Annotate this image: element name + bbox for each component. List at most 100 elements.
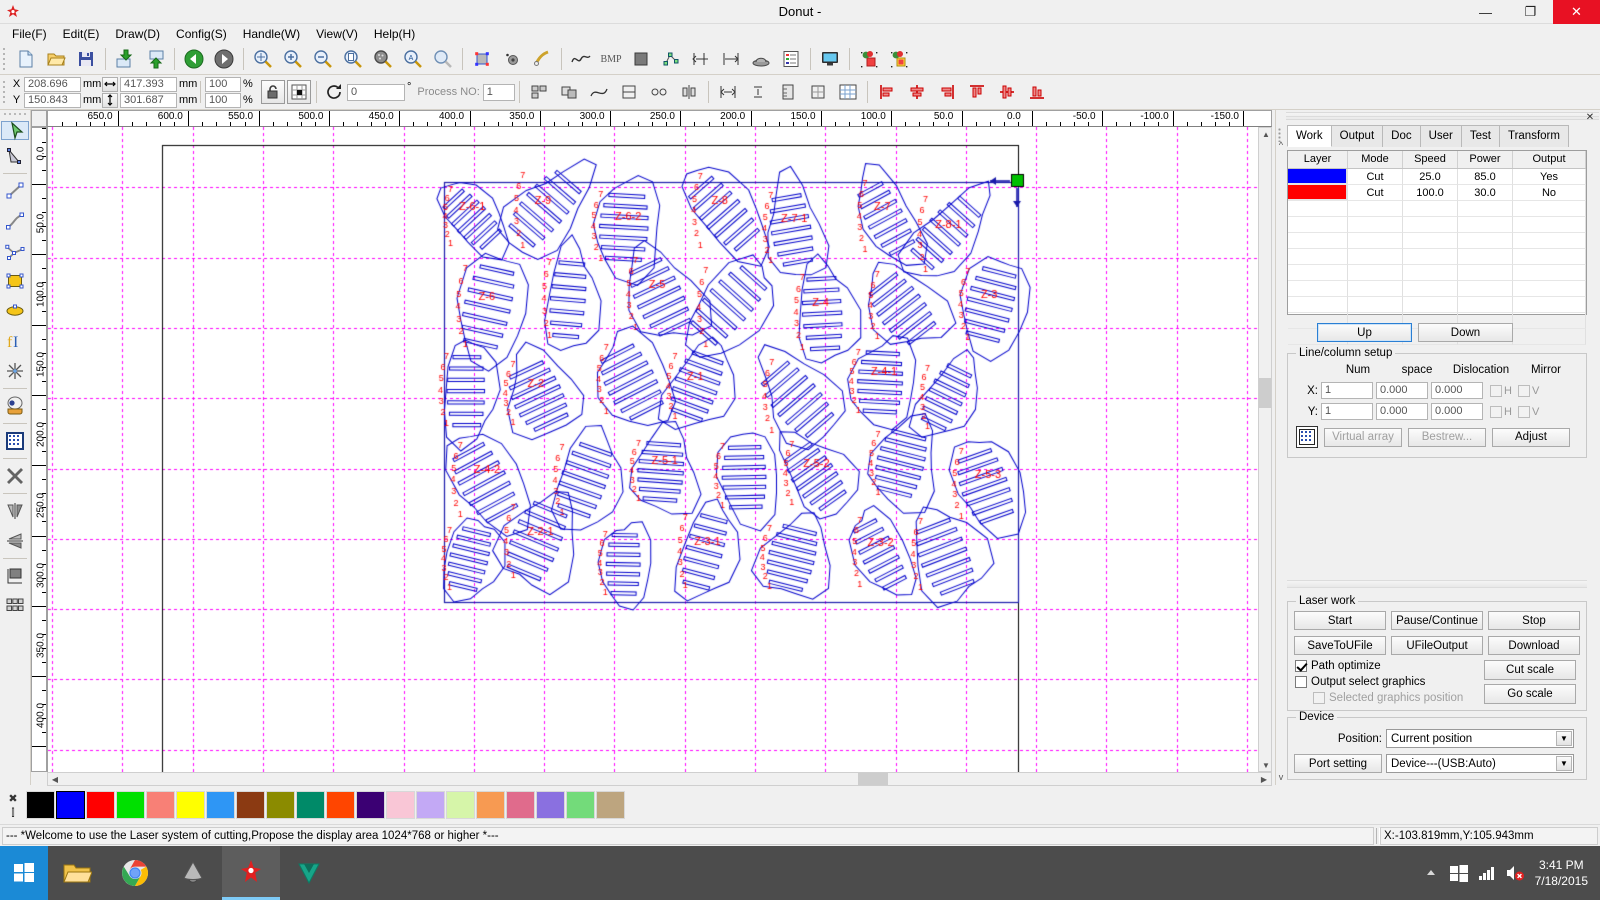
palette-swatch[interactable] [206, 791, 235, 819]
palette-swatch[interactable] [356, 791, 385, 819]
stop-button[interactable]: Stop [1488, 611, 1580, 630]
menu-file[interactable]: File(F) [4, 24, 55, 44]
mirror-vertical-tool[interactable] [1, 527, 29, 555]
volume-muted-icon[interactable] [1501, 846, 1529, 900]
measure-icon[interactable] [773, 79, 803, 106]
minimize-button[interactable]: — [1463, 0, 1508, 24]
table-row-empty[interactable] [1288, 281, 1586, 297]
zoom-all-icon[interactable]: A [398, 46, 428, 73]
palette-swatch[interactable] [86, 791, 115, 819]
palette-swatch[interactable] [536, 791, 565, 819]
chevron-down-icon[interactable]: ▼ [1556, 731, 1572, 746]
delete-tool[interactable] [1, 462, 29, 490]
scroll-down-button[interactable]: ▼ [1259, 759, 1273, 771]
process-no-input[interactable]: 1 [482, 83, 515, 101]
properties-toolbar-grip[interactable] [2, 79, 9, 105]
close-button[interactable]: ✕ [1553, 0, 1600, 24]
menu-help[interactable]: Help(H) [366, 24, 423, 44]
download-button[interactable]: Download [1488, 636, 1580, 655]
tab-output[interactable]: Output [1330, 125, 1384, 147]
export-icon[interactable] [140, 46, 170, 73]
offset-shape-tool[interactable] [1, 562, 29, 590]
laser-app-taskbar-icon[interactable] [222, 846, 280, 900]
mirror-horizontal-tool[interactable] [1, 497, 29, 525]
panel-dock-bar[interactable] [1286, 112, 1599, 120]
inkscape-taskbar-icon[interactable] [164, 846, 222, 900]
mirror-y-h-checkbox[interactable] [1490, 405, 1502, 418]
show-hidden-icons-icon[interactable] [1417, 846, 1445, 900]
x-num-input[interactable]: 1 [1321, 382, 1373, 399]
pause-continue-button[interactable]: Pause/Continue [1391, 611, 1483, 630]
canvas-vertical-scrollbar[interactable]: ▲ ▼ [1258, 127, 1272, 772]
taskbar-clock[interactable]: 3:41 PM 7/18/2015 [1529, 857, 1600, 889]
array-group-icon[interactable] [524, 79, 554, 106]
node-edit-icon[interactable] [497, 46, 527, 73]
table-row-empty[interactable] [1288, 233, 1586, 249]
layer-color-swatch[interactable] [1288, 169, 1348, 185]
align-icon[interactable] [716, 46, 746, 73]
save-icon[interactable] [71, 46, 101, 73]
virtual-array-icon[interactable] [1296, 426, 1318, 448]
file-explorer-taskbar-icon[interactable] [48, 846, 106, 900]
zoom-pan-icon[interactable] [248, 46, 278, 73]
rdworks-taskbar-icon[interactable] [280, 846, 338, 900]
align-bottom-icon[interactable] [1022, 79, 1052, 106]
palette-swatch[interactable] [296, 791, 325, 819]
redo-icon[interactable] [209, 46, 239, 73]
network-icon[interactable] [1445, 846, 1473, 900]
menu-handle[interactable]: Handle(W) [235, 24, 308, 44]
curve-smooth-icon[interactable] [584, 79, 614, 106]
capture-camera-tool[interactable] [1, 392, 29, 420]
menu-edit[interactable]: Edit(E) [55, 24, 108, 44]
palette-swatch[interactable] [386, 791, 415, 819]
bmp-icon[interactable]: BMP [596, 46, 626, 73]
canvas-drawing-surface[interactable] [48, 127, 1272, 772]
curve-icon[interactable] [566, 46, 596, 73]
palette-swatch[interactable] [476, 791, 505, 819]
go-scale-button[interactable]: Go scale [1484, 684, 1576, 704]
panel-collapse-down-icon[interactable]: v [1277, 770, 1285, 784]
palette-swatch[interactable] [116, 791, 145, 819]
virtual-array-button[interactable]: Virtual array [1324, 427, 1402, 447]
horizontal-ruler[interactable]: 650.0 600.0 550.0 500.0 450.0 400.0 350.0 300.0… [47, 110, 1272, 127]
palette-swatch[interactable] [236, 791, 265, 819]
design-canvas[interactable] [47, 127, 1272, 772]
left-toolbar-grip[interactable] [3, 112, 27, 120]
layer-list-icon[interactable] [776, 46, 806, 73]
rotate-angle-input[interactable]: 0 [347, 83, 405, 101]
panel-splitter[interactable] [1287, 580, 1587, 588]
signal-bars-icon[interactable] [1473, 846, 1501, 900]
palette-swatch[interactable] [326, 791, 355, 819]
import-icon[interactable] [110, 46, 140, 73]
align-top-icon[interactable] [962, 79, 992, 106]
table-row-empty[interactable] [1288, 217, 1586, 233]
merge-icon[interactable] [614, 79, 644, 106]
panel-close-icon[interactable]: ✕ [1582, 111, 1598, 124]
menu-view[interactable]: View(V) [308, 24, 366, 44]
new-file-icon[interactable] [11, 46, 41, 73]
palette-swatch[interactable] [146, 791, 175, 819]
x-dislocation-input[interactable]: 0.000 [1431, 382, 1483, 399]
vertical-ruler[interactable]: 0.0 50.0 100.0 150.0 200.0 250.0 300.0 350.0 400… [31, 127, 47, 772]
offset-icon[interactable] [686, 46, 716, 73]
align-left-icon[interactable] [872, 79, 902, 106]
align-middle-icon[interactable] [992, 79, 1022, 106]
palette-swatch[interactable] [566, 791, 595, 819]
table-row-empty[interactable] [1288, 297, 1586, 313]
panel-drag-grip[interactable] [1276, 110, 1285, 785]
node-merge-icon[interactable] [644, 79, 674, 106]
tab-user[interactable]: User [1419, 125, 1462, 147]
offset-v-icon[interactable] [743, 79, 773, 106]
select-node-icon[interactable] [467, 46, 497, 73]
bridge-icon[interactable] [803, 79, 833, 106]
palette-none-icon[interactable]: ✖ [8, 792, 17, 805]
array-tool[interactable] [1, 592, 29, 620]
scale-x-input[interactable]: 100 [205, 76, 241, 92]
y-position-input[interactable]: 150.843 [24, 92, 81, 108]
bezier-tool[interactable] [1, 237, 29, 265]
scroll-left-button[interactable]: ◀ [48, 773, 62, 785]
grid-array-icon[interactable] [833, 79, 863, 106]
ufile-output-button[interactable]: UFileOutput [1391, 636, 1483, 655]
layer-color-swatch[interactable] [1288, 185, 1348, 201]
start-button[interactable]: Start [1294, 611, 1386, 630]
